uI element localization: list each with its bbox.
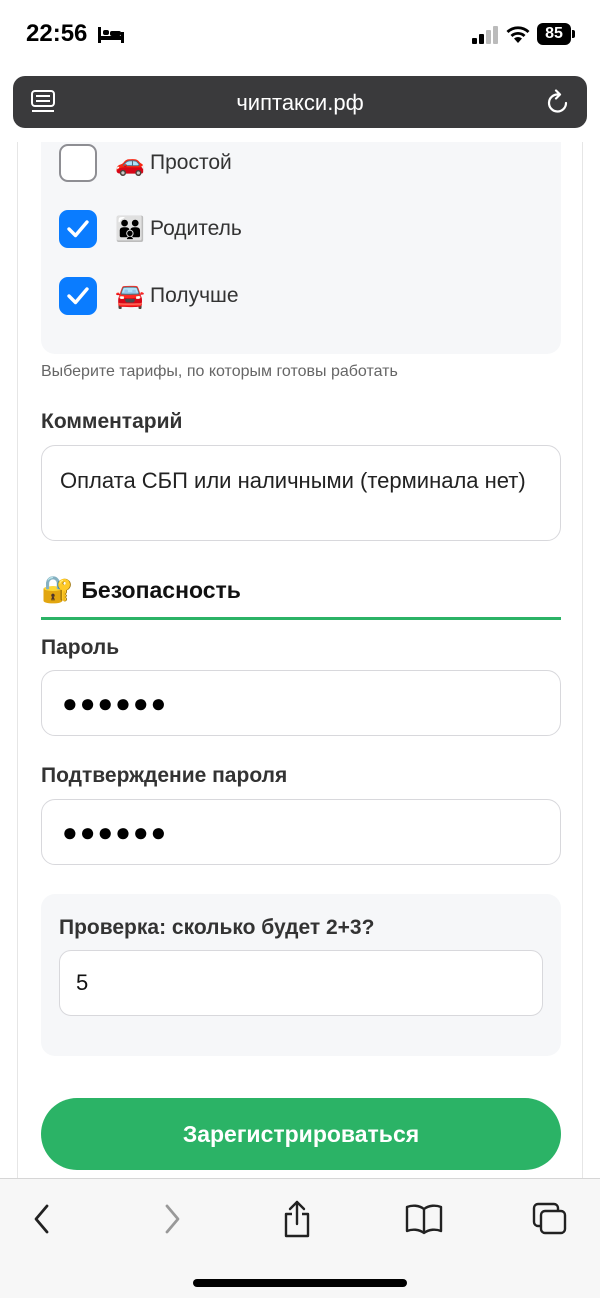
tariff-checkbox[interactable] bbox=[59, 277, 97, 315]
password-input[interactable]: ●●●●●● bbox=[41, 670, 561, 736]
comment-textarea[interactable]: Оплата СБП или наличными (терминала нет) bbox=[41, 445, 561, 541]
tariff-option-better[interactable]: 🚘 Получше bbox=[59, 276, 239, 316]
share-button[interactable] bbox=[273, 1199, 321, 1239]
checkmark-icon bbox=[67, 220, 89, 238]
tariff-checkbox[interactable] bbox=[59, 210, 97, 248]
back-icon bbox=[34, 1204, 49, 1234]
home-indicator bbox=[193, 1279, 407, 1287]
oncoming-car-icon: 🚘 bbox=[115, 282, 145, 310]
url-text[interactable]: чиптакси.рф bbox=[13, 90, 587, 116]
tariff-label: Получше bbox=[150, 284, 239, 307]
tariff-checkbox[interactable] bbox=[59, 144, 97, 182]
security-section-header: 🔐 Безопасность bbox=[41, 574, 561, 620]
password-confirm-input[interactable]: ●●●●●● bbox=[41, 799, 561, 865]
bookmarks-button[interactable] bbox=[400, 1199, 448, 1239]
tariff-label: Родитель bbox=[150, 217, 242, 240]
cellular-signal-icon bbox=[472, 26, 498, 44]
tariff-list: 🚗 Простой 👪 Родитель 🚘 Получше bbox=[41, 142, 561, 354]
tariff-label: Простой bbox=[150, 151, 232, 174]
lock-with-key-icon: 🔐 bbox=[41, 574, 74, 604]
captcha-label: Проверка: сколько будет 2+3? bbox=[59, 916, 375, 939]
car-icon: 🚗 bbox=[115, 149, 145, 177]
status-time: 22:56 bbox=[26, 20, 88, 47]
tariff-option-simple[interactable]: 🚗 Простой bbox=[59, 143, 232, 183]
password-label: Пароль bbox=[41, 636, 120, 659]
bookmarks-icon bbox=[405, 1204, 443, 1235]
tabs-icon bbox=[532, 1202, 567, 1235]
register-button[interactable]: Зарегистрироваться bbox=[41, 1098, 561, 1170]
password-confirm-label: Подтверждение пароля bbox=[41, 764, 288, 787]
forward-icon bbox=[165, 1204, 180, 1234]
comment-label: Комментарий bbox=[41, 410, 183, 433]
family-icon: 👪 bbox=[115, 215, 145, 243]
password-value: ●●●●●● bbox=[62, 687, 169, 718]
battery-level: 85 bbox=[545, 25, 563, 42]
tariffs-hint: Выберите тарифы, по которым готовы работ… bbox=[41, 363, 398, 380]
section-title: Безопасность bbox=[81, 577, 241, 603]
sleep-focus-icon bbox=[98, 27, 124, 43]
tabs-button[interactable] bbox=[526, 1199, 574, 1239]
back-button[interactable] bbox=[18, 1199, 66, 1239]
registration-form: 🚗 Простой 👪 Родитель 🚘 Получше Выберите … bbox=[17, 142, 583, 1178]
captcha-box: Проверка: сколько будет 2+3? 5 bbox=[41, 894, 561, 1056]
battery-indicator: 85 bbox=[537, 23, 571, 45]
status-bar: 22:56 85 bbox=[0, 0, 600, 72]
tariff-option-parent[interactable]: 👪 Родитель bbox=[59, 209, 242, 249]
share-icon bbox=[284, 1200, 310, 1238]
checkmark-icon bbox=[67, 287, 89, 305]
wifi-icon bbox=[506, 26, 530, 43]
forward-button[interactable] bbox=[148, 1199, 196, 1239]
captcha-input[interactable]: 5 bbox=[59, 950, 543, 1016]
password-confirm-value: ●●●●●● bbox=[62, 816, 169, 847]
reload-icon[interactable] bbox=[547, 89, 569, 115]
battery-cap bbox=[572, 30, 575, 38]
address-bar[interactable]: чиптакси.рф bbox=[13, 76, 587, 128]
